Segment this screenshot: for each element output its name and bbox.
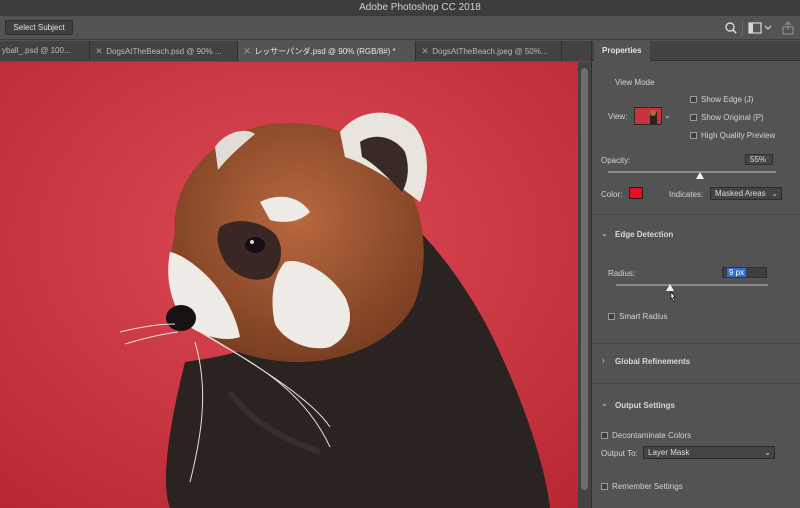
radius-label: Radius:: [608, 269, 636, 278]
opacity-slider-track[interactable]: [608, 171, 776, 173]
chevron-right-icon[interactable]: ›: [602, 356, 605, 365]
opacity-label: Opacity:: [601, 156, 631, 165]
document-tab-bar: yball_.psd @ 100... ✕ DogsAtTheBeach.psd…: [0, 41, 591, 61]
view-dropdown-chevron-icon[interactable]: ⌄: [664, 111, 671, 120]
document-tab[interactable]: yball_.psd @ 100...: [0, 41, 90, 61]
decontaminate-colors-label: Decontaminate Colors: [612, 431, 692, 440]
indicates-label: Indicates:: [669, 190, 704, 199]
tab-label: DogsAtTheBeach.psd @ 90% ...: [106, 47, 222, 56]
title-bar: Adobe Photoshop CC 2018: [0, 0, 800, 16]
output-to-label: Output To:: [601, 449, 638, 458]
chevron-down-icon[interactable]: ⌄: [601, 399, 608, 408]
view-mode-title: View Mode: [615, 78, 655, 87]
view-preview-icon: [635, 108, 661, 124]
options-bar: Select Subject: [0, 16, 800, 40]
remember-settings-label: Remember Settings: [612, 482, 683, 491]
search-icon[interactable]: [723, 20, 739, 36]
indicates-dropdown[interactable]: Masked Areas ⌄: [710, 187, 782, 200]
red-panda-image: [0, 62, 578, 508]
close-icon[interactable]: ✕: [420, 41, 430, 61]
section-divider: [592, 343, 800, 344]
opacity-slider-thumb[interactable]: [696, 172, 705, 179]
scrollbar-thumb[interactable]: [581, 68, 588, 490]
tab-label: レッサーパンダ.psd @ 90% (RGB/8#) *: [254, 47, 396, 56]
output-to-dropdown[interactable]: Layer Mask ⌄: [643, 446, 775, 459]
view-label: View:: [608, 112, 628, 121]
view-mode-thumbnail[interactable]: [634, 107, 662, 125]
color-label: Color:: [601, 190, 623, 199]
cursor-pointer-icon: [670, 291, 676, 303]
high-quality-preview-label: High Quality Preview: [701, 131, 776, 140]
workspace-icon[interactable]: [747, 20, 763, 36]
chevron-down-icon: ⌄: [771, 189, 778, 198]
tab-overflow: [562, 41, 591, 61]
indicates-value: Masked Areas: [715, 189, 766, 198]
chevron-down-icon[interactable]: ⌄: [601, 229, 608, 238]
document-canvas[interactable]: [0, 62, 578, 508]
canvas-vertical-scrollbar[interactable]: [578, 62, 591, 508]
smart-radius-checkbox[interactable]: [608, 313, 615, 320]
select-subject-button[interactable]: Select Subject: [5, 20, 73, 35]
smart-radius-label: Smart Radius: [619, 312, 668, 321]
show-original-checkbox[interactable]: [690, 114, 697, 121]
radius-field[interactable]: 9 px: [722, 267, 767, 278]
high-quality-preview-checkbox[interactable]: [690, 132, 697, 139]
radius-slider-track[interactable]: [616, 284, 768, 286]
share-icon[interactable]: [780, 20, 796, 36]
document-tab[interactable]: ✕ DogsAtTheBeach.jpeg @ 50%...: [416, 41, 562, 61]
opacity-field[interactable]: 55%: [745, 154, 773, 165]
chevron-down-icon: ⌄: [764, 448, 771, 457]
tab-properties[interactable]: Properties: [594, 41, 650, 61]
radius-value: 9 px: [727, 268, 747, 277]
output-to-value: Layer Mask: [648, 448, 690, 457]
show-edge-checkbox[interactable]: [690, 96, 697, 103]
close-icon[interactable]: ✕: [242, 41, 252, 61]
show-edge-label: Show Edge (J): [701, 95, 754, 104]
toolbar-separator: [742, 20, 743, 36]
document-tab[interactable]: ✕ DogsAtTheBeach.psd @ 90% ...: [90, 41, 238, 61]
tab-label: DogsAtTheBeach.jpeg @ 50%...: [432, 47, 548, 56]
remember-settings-checkbox[interactable]: [601, 483, 608, 490]
tab-label: yball_.psd @ 100...: [2, 46, 71, 55]
section-divider: [592, 214, 800, 215]
chevron-down-icon[interactable]: [763, 20, 773, 36]
panel-header: Properties: [592, 41, 800, 61]
properties-panel: Properties View Mode View: ⌄ Show Edge (…: [591, 41, 800, 508]
radius-slider-thumb[interactable]: [666, 284, 674, 291]
edge-detection-title[interactable]: Edge Detection: [615, 230, 673, 239]
global-refinements-title[interactable]: Global Refinements: [615, 357, 690, 366]
overlay-color-swatch[interactable]: [629, 187, 643, 199]
app-title: Adobe Photoshop CC 2018: [359, 2, 481, 13]
close-icon[interactable]: ✕: [94, 41, 104, 61]
section-divider: [592, 383, 800, 384]
output-settings-title[interactable]: Output Settings: [615, 401, 675, 410]
document-tab-active[interactable]: ✕ レッサーパンダ.psd @ 90% (RGB/8#) *: [238, 41, 416, 61]
decontaminate-colors-checkbox[interactable]: [601, 432, 608, 439]
show-original-label: Show Original (P): [701, 113, 764, 122]
